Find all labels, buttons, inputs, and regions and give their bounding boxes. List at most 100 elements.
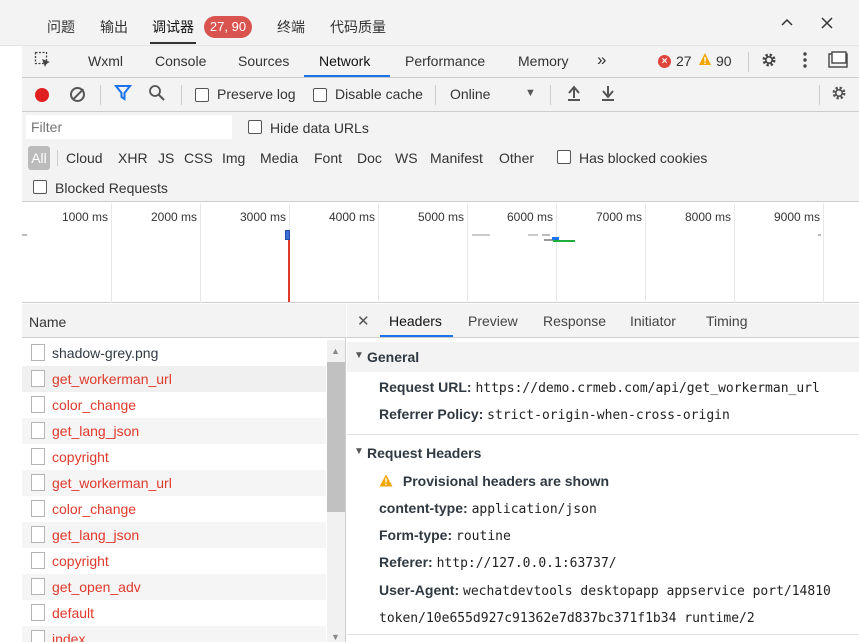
general-section-header[interactable]: ▼ General [347, 342, 859, 372]
filter-bar: Hide data URLs All Cloud XHR JS CSS Img … [22, 112, 859, 202]
filter-input[interactable] [26, 115, 232, 139]
warning-count[interactable]: 90 [716, 53, 732, 69]
file-icon [31, 422, 45, 439]
hide-data-urls-checkbox[interactable] [248, 120, 262, 134]
active-panel-underline [304, 75, 390, 77]
chevron-up-icon[interactable] [780, 16, 794, 35]
request-row[interactable]: get_open_adv [22, 574, 326, 600]
time-tick: 8000 ms [684, 210, 731, 224]
request-row[interactable]: copyright [22, 548, 326, 574]
filter-icon[interactable] [113, 84, 133, 107]
request-row[interactable]: get_lang_json [22, 522, 326, 548]
request-row-selected[interactable]: get_workerman_url [22, 366, 326, 392]
devtools-panel-tabs: Wxml Console Sources Network Performance… [22, 46, 859, 78]
request-row[interactable]: index [22, 626, 326, 642]
file-icon [31, 396, 45, 413]
gear-icon[interactable] [760, 51, 778, 74]
tab-initiator[interactable]: Initiator [630, 313, 676, 329]
tab-response[interactable]: Response [543, 313, 606, 329]
content-type-key: content-type: [379, 500, 468, 516]
kebab-menu-icon[interactable] [802, 51, 808, 74]
hide-data-urls-label[interactable]: Hide data URLs [270, 120, 369, 136]
type-filter-doc[interactable]: Doc [357, 150, 382, 166]
type-filter-cloud[interactable]: Cloud [66, 150, 103, 166]
network-settings-gear-icon[interactable] [830, 84, 848, 107]
request-url-value: https://demo.crmeb.com/api/get_workerman… [475, 381, 820, 396]
close-details-icon[interactable]: ✕ [357, 312, 370, 330]
provisional-headers-text: Provisional headers are shown [402, 473, 610, 489]
request-row[interactable]: get_lang_json [22, 418, 326, 444]
tab-terminal[interactable]: 终端 [277, 17, 305, 37]
time-tick: 1000 ms [61, 210, 108, 224]
request-name: copyright [52, 553, 109, 569]
request-row[interactable]: color_change [22, 496, 326, 522]
tab-output[interactable]: 输出 [100, 17, 128, 37]
error-count[interactable]: 27 [676, 53, 692, 69]
type-filter-xhr[interactable]: XHR [118, 150, 148, 166]
preserve-log-label[interactable]: Preserve log [217, 86, 296, 102]
request-row[interactable]: default [22, 600, 326, 626]
type-filter-manifest[interactable]: Manifest [430, 150, 483, 166]
tab-memory[interactable]: Memory [518, 53, 569, 69]
form-type-line: Form-type: routine [379, 527, 511, 544]
tab-problems[interactable]: 问题 [47, 17, 75, 37]
content-type-value: application/json [471, 502, 597, 517]
preserve-log-checkbox[interactable] [195, 88, 209, 102]
tab-debugger[interactable]: 调试器 [152, 17, 194, 37]
type-filter-other[interactable]: Other [499, 150, 534, 166]
user-agent-value-cont: token/10e655d927c91362e7d837bc371f1b34 r… [379, 611, 755, 626]
time-tick: 6000 ms [506, 210, 553, 224]
type-filter-font[interactable]: Font [314, 150, 342, 166]
tab-preview[interactable]: Preview [468, 313, 518, 329]
tab-console[interactable]: Console [155, 53, 206, 69]
tab-network[interactable]: Network [319, 53, 370, 69]
tab-code-quality[interactable]: 代码质量 [330, 17, 386, 37]
more-tabs-icon[interactable]: » [597, 50, 606, 70]
tab-timing[interactable]: Timing [706, 313, 748, 329]
import-har-icon[interactable] [566, 84, 582, 107]
type-filter-js[interactable]: JS [158, 150, 174, 166]
request-headers-section-header[interactable]: ▼ Request Headers [347, 438, 859, 468]
dock-side-icon[interactable] [828, 51, 848, 74]
user-agent-line: User-Agent: wechatdevtools desktopapp ap… [379, 582, 831, 599]
has-blocked-cookies-checkbox[interactable] [557, 150, 571, 164]
search-icon[interactable] [148, 84, 166, 107]
export-har-icon[interactable] [600, 84, 616, 107]
list-scrollbar-thumb[interactable] [327, 362, 345, 512]
section-divider [347, 434, 859, 435]
inspect-element-icon[interactable] [34, 51, 52, 74]
disable-cache-label[interactable]: Disable cache [335, 86, 423, 102]
has-blocked-cookies-label[interactable]: Has blocked cookies [579, 150, 707, 166]
type-filter-img[interactable]: Img [222, 150, 245, 166]
type-filter-media[interactable]: Media [260, 150, 298, 166]
tab-headers[interactable]: Headers [389, 313, 442, 329]
request-row[interactable]: get_workerman_url [22, 470, 326, 496]
record-icon[interactable] [35, 88, 49, 102]
blocked-requests-checkbox[interactable] [33, 180, 47, 194]
disable-cache-checkbox[interactable] [313, 88, 327, 102]
referer-key: Referer: [379, 554, 433, 570]
dropdown-arrow-icon[interactable]: ▼ [525, 87, 536, 99]
close-icon[interactable] [820, 16, 834, 35]
scroll-up-arrow-icon[interactable]: ▲ [331, 346, 340, 356]
network-overview-timeline[interactable]: 1000 ms 2000 ms 3000 ms 4000 ms 5000 ms … [22, 203, 859, 303]
tab-wxml[interactable]: Wxml [88, 53, 123, 69]
request-row[interactable]: shadow-grey.png [22, 340, 326, 366]
grid-line [645, 203, 646, 303]
blocked-requests-label[interactable]: Blocked Requests [55, 180, 168, 196]
request-name: copyright [52, 449, 109, 465]
name-column-header[interactable]: Name [22, 304, 346, 338]
request-row[interactable]: copyright [22, 444, 326, 470]
type-filter-css[interactable]: CSS [184, 150, 213, 166]
throttling-select[interactable]: Online [450, 86, 490, 102]
tab-sources[interactable]: Sources [238, 53, 289, 69]
user-agent-value: wechatdevtools desktopapp appservice por… [463, 584, 831, 599]
tab-performance[interactable]: Performance [405, 53, 485, 69]
request-bar [528, 234, 538, 236]
request-row[interactable]: color_change [22, 392, 326, 418]
request-name: shadow-grey.png [52, 345, 159, 361]
scroll-down-arrow-icon[interactable]: ▼ [331, 632, 340, 642]
clear-icon[interactable] [70, 87, 85, 102]
type-filter-all[interactable]: All [28, 146, 50, 170]
type-filter-ws[interactable]: WS [395, 150, 418, 166]
